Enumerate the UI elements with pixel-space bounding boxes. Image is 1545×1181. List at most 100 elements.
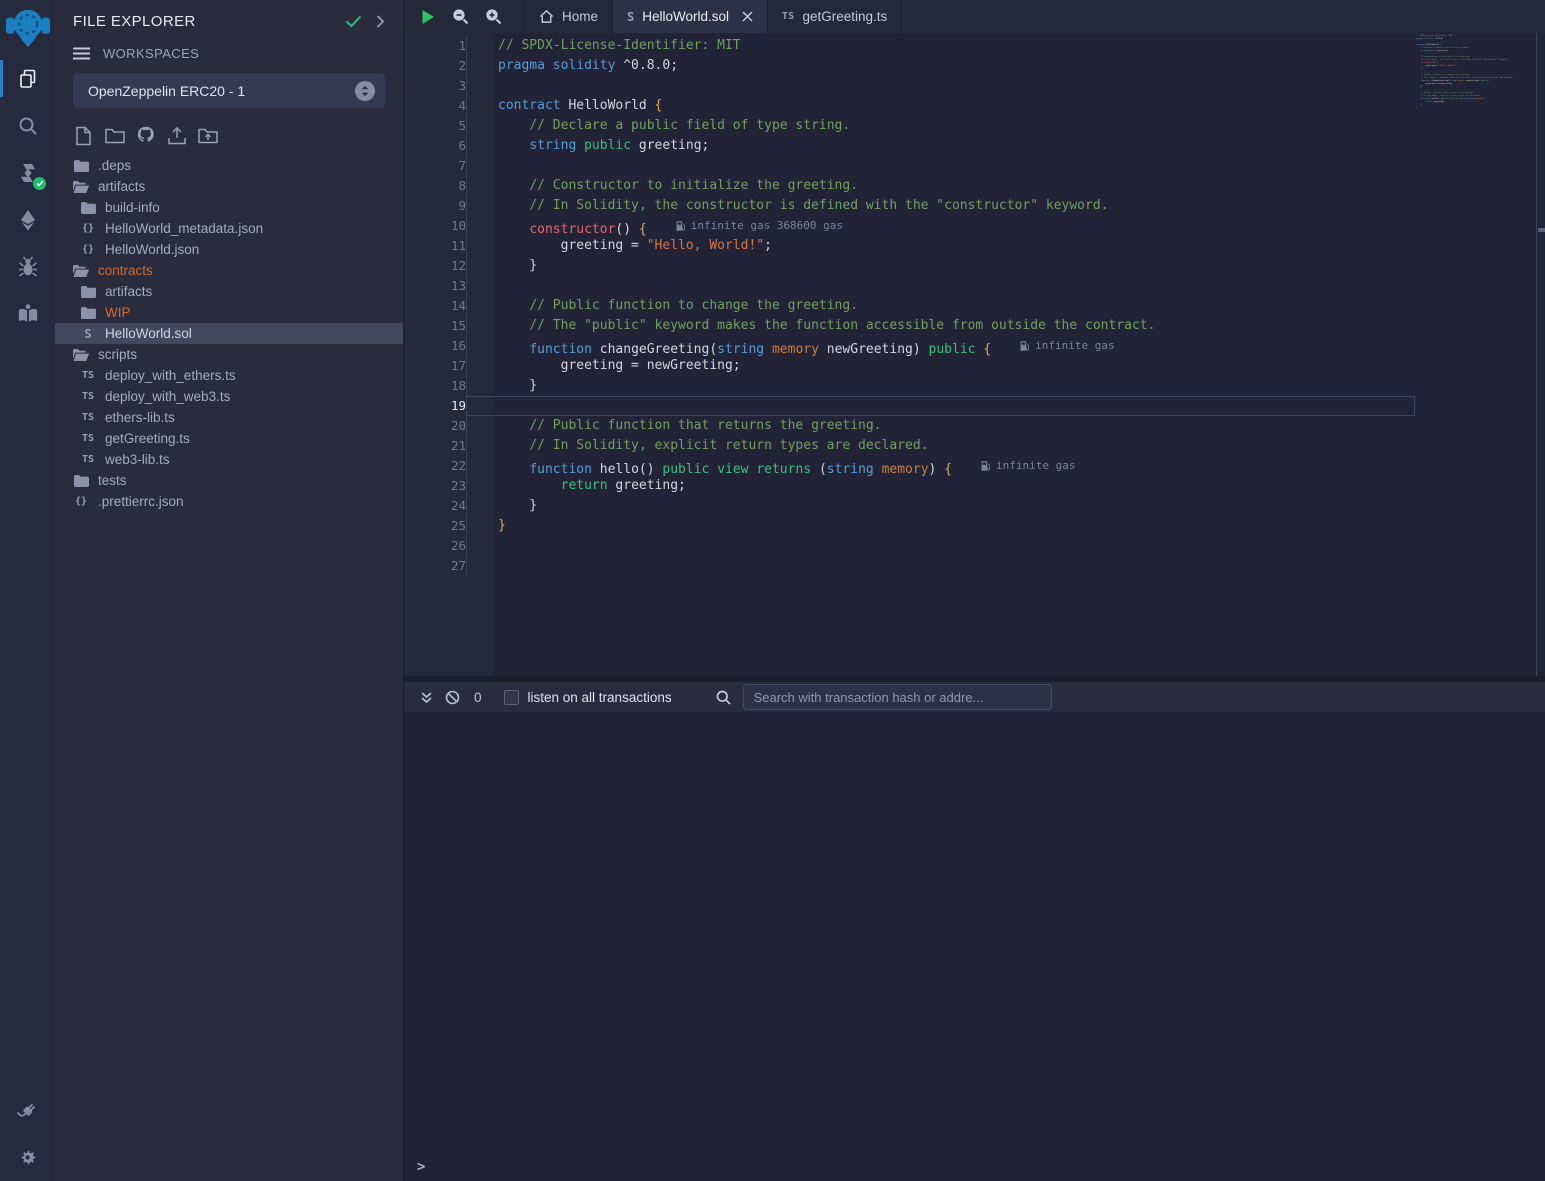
file-tree-item-label: build-info bbox=[105, 200, 160, 215]
file-tree-item[interactable]: TSdeploy_with_ethers.ts bbox=[55, 365, 403, 386]
code-line[interactable]: 3 bbox=[404, 76, 1415, 96]
close-icon bbox=[742, 11, 753, 22]
close-tab-button[interactable] bbox=[742, 11, 753, 22]
code-line[interactable]: 26 bbox=[404, 536, 1415, 556]
code-line[interactable]: 16 function changeGreeting(string memory… bbox=[404, 336, 1415, 356]
sidebar-item-learneth[interactable] bbox=[0, 290, 55, 337]
code-line[interactable]: 1// SPDX-License-Identifier: MIT bbox=[404, 36, 1415, 56]
line-content: // Public function that returns the gree… bbox=[466, 416, 1415, 436]
code-editor[interactable]: 1// SPDX-License-Identifier: MIT2pragma … bbox=[404, 33, 1545, 676]
upload-folder-button[interactable] bbox=[197, 125, 218, 146]
file-tree-item[interactable]: .deps bbox=[55, 155, 403, 176]
file-tree-item[interactable]: WIP bbox=[55, 302, 403, 323]
new-folder-button[interactable] bbox=[104, 125, 125, 146]
tab-label: Home bbox=[562, 9, 598, 24]
code-line[interactable]: 12 } bbox=[404, 256, 1415, 276]
typescript-file-icon: TS bbox=[782, 11, 794, 22]
minimap-line: string public greeting; bbox=[1416, 49, 1433, 52]
zoom-out-button[interactable] bbox=[444, 0, 477, 33]
check-icon bbox=[345, 15, 362, 28]
code-line[interactable]: 7 bbox=[404, 156, 1415, 176]
sidebar-item-solidity-compiler[interactable] bbox=[0, 149, 55, 196]
code-line[interactable]: 23 return greeting; bbox=[404, 476, 1415, 496]
new-file-button[interactable] bbox=[73, 125, 94, 146]
code-line[interactable]: 15 // The "public" keyword makes the fun… bbox=[404, 316, 1415, 336]
sidebar-item-deploy-run[interactable] bbox=[0, 196, 55, 243]
code-line[interactable]: 22 function hello() public view returns … bbox=[404, 456, 1415, 476]
editor-scrollbar[interactable] bbox=[1536, 33, 1545, 676]
github-button[interactable] bbox=[135, 125, 156, 146]
line-number: 22 bbox=[404, 456, 466, 476]
line-content: // In Solidity, the constructor is defin… bbox=[466, 196, 1415, 216]
run-script-button[interactable] bbox=[411, 0, 444, 33]
file-tree-item[interactable]: artifacts bbox=[55, 176, 403, 197]
minimap[interactable]: // SPDX-License-Identifier: MITpragma so… bbox=[1415, 33, 1536, 676]
workspaces-menu-button[interactable] bbox=[73, 47, 90, 60]
tab-getgreeting-ts[interactable]: TS getGreeting.ts bbox=[768, 0, 902, 33]
code-line[interactable]: 2pragma solidity ^0.8.0; bbox=[404, 56, 1415, 76]
confirm-check-button[interactable] bbox=[345, 15, 362, 28]
sidebar-item-settings[interactable] bbox=[0, 1134, 55, 1181]
tab-home[interactable]: Home bbox=[524, 0, 613, 33]
sidebar-item-plugin-manager[interactable] bbox=[0, 1087, 55, 1134]
code-lines[interactable]: 1// SPDX-License-Identifier: MIT2pragma … bbox=[404, 33, 1415, 576]
zoom-in-button[interactable] bbox=[477, 0, 510, 33]
file-tree-item[interactable]: scripts bbox=[55, 344, 403, 365]
file-tree-item[interactable]: build-info bbox=[55, 197, 403, 218]
file-tree-item[interactable]: TSweb3-lib.ts bbox=[55, 449, 403, 470]
code-line[interactable]: 19 bbox=[404, 396, 1415, 416]
file-tree-item[interactable]: {}HelloWorld.json bbox=[55, 239, 403, 260]
line-number: 21 bbox=[404, 436, 466, 456]
code-line[interactable]: 14 // Public function to change the gree… bbox=[404, 296, 1415, 316]
file-tree-item-label: HelloWorld_metadata.json bbox=[105, 221, 263, 236]
code-line[interactable]: 18 } bbox=[404, 376, 1415, 396]
code-line[interactable]: 5 // Declare a public field of type stri… bbox=[404, 116, 1415, 136]
sidebar-item-file-explorer[interactable] bbox=[0, 55, 55, 102]
line-number: 12 bbox=[404, 256, 466, 276]
line-content bbox=[466, 536, 1415, 556]
code-line[interactable]: 24 } bbox=[404, 496, 1415, 516]
code-line[interactable]: 13 bbox=[404, 276, 1415, 296]
file-tree-item[interactable]: TSethers-lib.ts bbox=[55, 407, 403, 428]
tab-helloworld-sol[interactable]: S HelloWorld.sol bbox=[613, 0, 768, 33]
file-tree-item[interactable]: artifacts bbox=[55, 281, 403, 302]
file-tree-item-label: getGreeting.ts bbox=[105, 431, 190, 446]
file-tree-item[interactable]: {}HelloWorld_metadata.json bbox=[55, 218, 403, 239]
scrollbar-handle[interactable] bbox=[1538, 228, 1545, 232]
code-line[interactable]: 21 // In Solidity, explicit return types… bbox=[404, 436, 1415, 456]
code-line[interactable]: 20 // Public function that returns the g… bbox=[404, 416, 1415, 436]
terminal-output[interactable]: > bbox=[404, 712, 1545, 1181]
workspace-select[interactable]: OpenZeppelin ERC20 - 1 bbox=[73, 73, 385, 108]
code-line[interactable]: 8 // Constructor to initialize the greet… bbox=[404, 176, 1415, 196]
listen-transactions-label: listen on all transactions bbox=[528, 690, 672, 705]
line-content: constructor() {infinite gas 368600 gas bbox=[466, 216, 1415, 236]
code-line[interactable]: 11 greeting = "Hello, World!"; bbox=[404, 236, 1415, 256]
editor-tab-bar: Home S HelloWorld.sol TS getGreeting.ts bbox=[404, 0, 1545, 33]
clear-console-button[interactable] bbox=[439, 690, 466, 705]
file-tree-item[interactable]: contracts bbox=[55, 260, 403, 281]
zoom-in-icon bbox=[485, 8, 502, 25]
code-line[interactable]: 9 // In Solidity, the constructor is def… bbox=[404, 196, 1415, 216]
home-icon bbox=[539, 9, 554, 24]
terminal-search-input[interactable] bbox=[743, 684, 1052, 710]
sidebar-item-debugger[interactable] bbox=[0, 243, 55, 290]
check-icon bbox=[36, 180, 44, 187]
sidebar-item-search[interactable] bbox=[0, 102, 55, 149]
file-tree-item[interactable]: TSdeploy_with_web3.ts bbox=[55, 386, 403, 407]
code-line[interactable]: 25} bbox=[404, 516, 1415, 536]
file-tree-item[interactable]: {}.prettierrc.json bbox=[55, 491, 403, 512]
panel-expand-button[interactable] bbox=[376, 15, 385, 28]
code-line[interactable]: 4contract HelloWorld { bbox=[404, 96, 1415, 116]
code-line[interactable]: 27 bbox=[404, 556, 1415, 576]
expand-terminal-button[interactable] bbox=[414, 691, 439, 704]
file-tree-item[interactable]: SHelloWorld.sol bbox=[55, 323, 403, 344]
upload-file-button[interactable] bbox=[166, 125, 187, 146]
code-line[interactable]: 10 constructor() {infinite gas 368600 ga… bbox=[404, 216, 1415, 236]
remix-logo[interactable] bbox=[0, 0, 55, 55]
code-line[interactable]: 6 string public greeting; bbox=[404, 136, 1415, 156]
line-content: // Public function to change the greetin… bbox=[466, 296, 1415, 316]
listen-transactions-checkbox[interactable] bbox=[504, 690, 519, 705]
file-tree-item[interactable]: TSgetGreeting.ts bbox=[55, 428, 403, 449]
code-line[interactable]: 17 greeting = newGreeting; bbox=[404, 356, 1415, 376]
file-tree-item[interactable]: tests bbox=[55, 470, 403, 491]
